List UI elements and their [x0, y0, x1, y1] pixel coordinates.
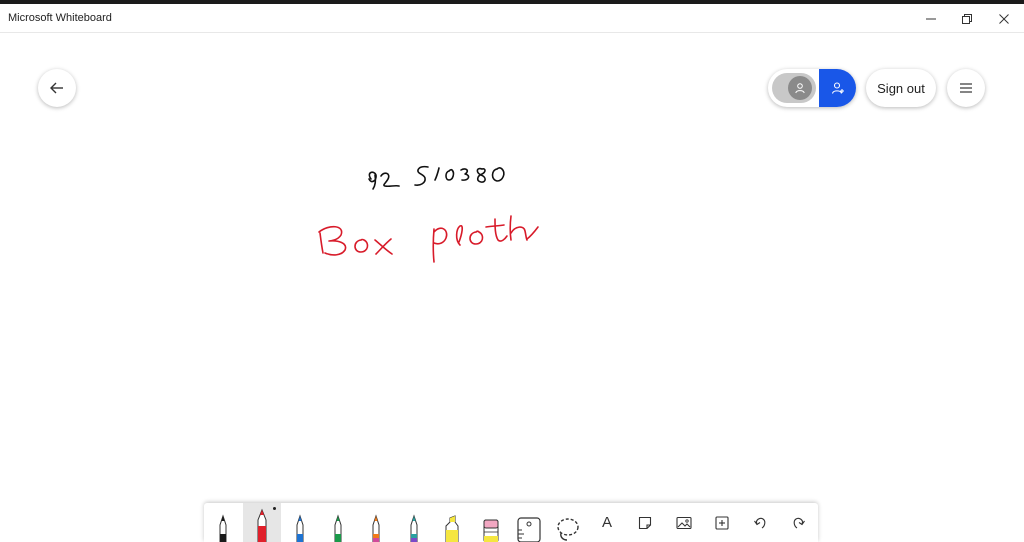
redo-icon [793, 517, 805, 528]
pen-icon [410, 514, 418, 542]
pen-blue-tool[interactable] [281, 503, 319, 542]
text-icon: A [601, 514, 612, 531]
image-icon [676, 516, 692, 529]
note-icon [638, 516, 652, 529]
text-tool[interactable]: A [588, 503, 626, 542]
ink-scribble-black [368, 165, 505, 190]
add-icon [715, 515, 729, 530]
selected-indicator [273, 507, 276, 510]
eraser-tool[interactable] [472, 503, 510, 542]
highlighter-icon [445, 515, 459, 542]
lasso-icon [557, 518, 579, 541]
highlighter-tool[interactable] [433, 503, 471, 542]
pen-galaxy-tool[interactable] [395, 503, 433, 542]
redo-button[interactable] [780, 503, 818, 542]
pen-red-tool[interactable] [243, 503, 281, 542]
pen-icon [334, 514, 342, 542]
lasso-tool[interactable] [549, 503, 587, 542]
pen-icon [372, 514, 380, 542]
undo-icon [754, 517, 766, 528]
ruler-tool[interactable] [510, 503, 548, 542]
pen-icon [219, 514, 227, 542]
ink-text-box-plot [318, 215, 539, 263]
pen-icon [296, 514, 304, 542]
pen-icon [257, 508, 267, 542]
note-tool[interactable] [626, 503, 664, 542]
insert-tool[interactable] [703, 503, 741, 542]
pen-green-tool[interactable] [319, 503, 357, 542]
pen-orange-tool[interactable] [357, 503, 395, 542]
ink-layer [318, 165, 539, 263]
eraser-icon [483, 519, 499, 542]
pen-black-tool[interactable] [204, 503, 242, 542]
inking-toolbar: A [204, 503, 818, 542]
image-tool[interactable] [665, 503, 703, 542]
ruler-icon [517, 517, 541, 542]
undo-button[interactable] [741, 503, 779, 542]
